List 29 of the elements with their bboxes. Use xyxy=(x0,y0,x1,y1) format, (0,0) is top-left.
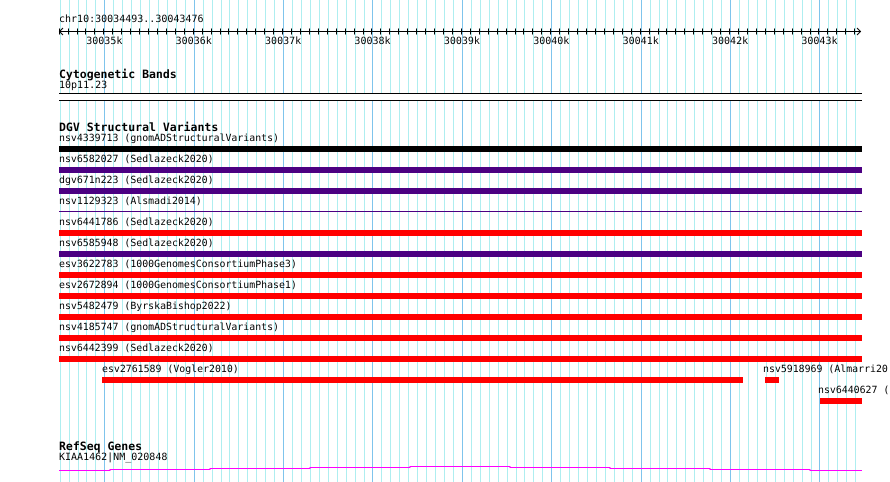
variant-label: nsv6441786 (Sedlazeck2020) xyxy=(59,217,214,229)
variant-label: esv2672894 (1000GenomesConsortiumPhase1) xyxy=(59,280,297,292)
tick-label: 30042k xyxy=(712,36,748,48)
variant-label: nsv5918969 (Almarri20 xyxy=(763,364,888,376)
gene-label: KIAA1462|NM_020848 xyxy=(59,452,168,464)
variant-label: nsv6440627 ( xyxy=(818,385,890,397)
variant-label: nsv4339713 (gnomADStructuralVariants) xyxy=(59,133,279,145)
tick-label: 30036k xyxy=(176,36,212,48)
variant-label: dgv671n223 (Sedlazeck2020) xyxy=(59,175,214,187)
tick-label: 30043k xyxy=(801,36,838,48)
variant-label: esv2761589 (Vogler2010) xyxy=(102,364,239,376)
variant-label: esv3622783 (1000GenomesConsortiumPhase3) xyxy=(59,259,297,271)
band-label: 10p11.23 xyxy=(59,80,108,92)
tick-label: 30041k xyxy=(622,36,659,48)
tick-label: 30039k xyxy=(444,36,480,48)
track-title: RefSeq Genes xyxy=(59,440,142,452)
track-title: DGV Structural Variants xyxy=(59,121,218,133)
tick-label: 30037k xyxy=(265,36,302,48)
variant-label: nsv5482479 (ByrskaBishop2022) xyxy=(59,301,232,313)
location-label: chr10:30034493..30043476 xyxy=(59,14,204,26)
variant-label: nsv6585948 (Sedlazeck2020) xyxy=(59,238,214,250)
tick-label: 30038k xyxy=(354,36,391,48)
tick-label: 30040k xyxy=(533,36,570,48)
track-title: Cytogenetic Bands xyxy=(59,68,177,80)
variant-label: nsv4185747 (gnomADStructuralVariants) xyxy=(59,322,279,334)
variant-label: nsv6582027 (Sedlazeck2020) xyxy=(59,154,214,166)
tick-label: 30035k xyxy=(86,36,122,48)
variant-label: nsv1129323 (Alsmadi2014) xyxy=(59,196,202,208)
variant-label: nsv6442399 (Sedlazeck2020) xyxy=(59,343,214,355)
